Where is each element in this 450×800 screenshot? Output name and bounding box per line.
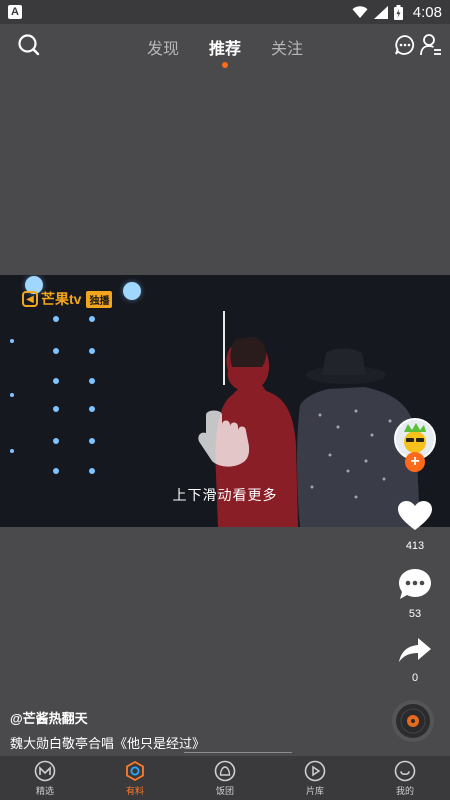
tab-recommended-label: 推荐	[208, 41, 241, 58]
feed-tabs: 发现 推荐 关注	[0, 24, 450, 68]
brand-logo: ◀ 芒果tv 独播	[22, 289, 113, 309]
author-name[interactable]: @芒酱热翻天	[10, 708, 370, 727]
nav-label-fan-club: 饭团	[215, 785, 234, 796]
follow-button[interactable]: +	[405, 452, 425, 472]
eye-icon	[126, 760, 144, 781]
nav-item-fan-club[interactable]: 饭团	[180, 756, 270, 800]
top-nav: 发现 推荐 关注	[0, 24, 450, 68]
nav-item-featured[interactable]: 精选	[0, 756, 90, 800]
mango-logo-icon: ◀	[22, 291, 38, 307]
app-screen: A 4:08 发现 推荐 关注 ◀ 芒果tv 独播 上下滑动看更多 + 413 …	[0, 0, 450, 800]
notification-icon: A	[8, 5, 22, 19]
nav-label-profile: 我的	[395, 785, 414, 796]
status-bar: A 4:08	[0, 0, 450, 24]
music-disc[interactable]	[392, 700, 434, 742]
nav-item-trending[interactable]: 有料	[90, 756, 180, 800]
play-icon	[304, 760, 326, 781]
share-icon	[399, 638, 431, 662]
brand-name: 芒果tv	[41, 291, 82, 307]
smile-icon	[394, 760, 416, 781]
comment-count: 53	[408, 608, 422, 620]
share-count: 0	[411, 672, 419, 684]
video-player[interactable]: ◀ 芒果tv 独播 上下滑动看更多	[0, 275, 450, 527]
tab-discover[interactable]: 发现	[147, 33, 179, 59]
tab-recommended[interactable]: 推荐	[208, 33, 241, 68]
brand-tag: 独播	[86, 290, 113, 308]
comment-button[interactable]: 53	[390, 568, 440, 620]
like-button[interactable]: 413	[390, 500, 440, 552]
tab-following[interactable]: 关注	[271, 33, 303, 59]
wifi-icon	[352, 5, 368, 18]
music-disc-icon	[400, 708, 426, 734]
nav-item-profile[interactable]: 我的	[360, 756, 450, 800]
swipe-hint: 上下滑动看更多	[172, 487, 278, 503]
video-progress-line	[184, 752, 292, 753]
nav-label-trending: 有料	[125, 785, 144, 796]
nav-label-featured: 精选	[35, 785, 54, 796]
nav-item-library[interactable]: 片库	[270, 756, 360, 800]
comment-icon	[399, 569, 431, 599]
clock: 4:08	[412, 3, 442, 21]
post-caption: @芒酱热翻天 魏大勋白敬亭合唱《他只是经过》	[10, 708, 370, 752]
nav-label-library: 片库	[305, 785, 324, 796]
status-icons: 4:08	[352, 4, 442, 21]
post-description: 魏大勋白敬亭合唱《他只是经过》	[10, 736, 206, 751]
active-tab-indicator	[221, 62, 228, 68]
rice-ball-icon	[214, 760, 236, 781]
message-icon[interactable]	[394, 34, 416, 56]
user-settings-icon[interactable]	[420, 33, 442, 57]
like-count: 413	[405, 540, 425, 552]
share-button[interactable]: 0	[390, 636, 440, 684]
mango-icon	[34, 760, 56, 781]
signal-icon	[373, 5, 388, 19]
bottom-nav: 精选 有料 饭团 片库 我的	[0, 756, 450, 800]
battery-icon	[393, 4, 403, 20]
heart-icon	[398, 501, 432, 530]
